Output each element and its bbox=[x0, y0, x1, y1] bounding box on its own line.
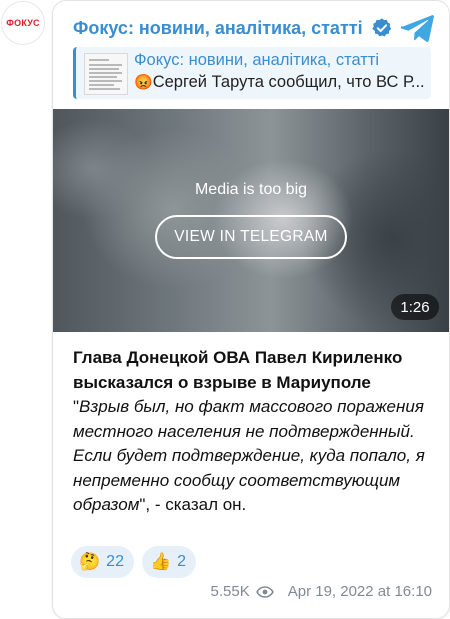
thinking-face-icon: 🤔 bbox=[79, 552, 101, 571]
reaction-thumbs-up[interactable]: 👍 2 bbox=[141, 546, 197, 578]
eye-icon bbox=[255, 585, 274, 598]
message-header: Фокус: новини, аналітика, статті bbox=[73, 13, 435, 43]
message-tail: ", - сказал он. bbox=[139, 495, 247, 514]
telegram-logo-icon[interactable] bbox=[401, 13, 435, 43]
reply-text: 😡Сергей Тарута сообщил, что ВС Р... bbox=[134, 73, 426, 92]
verified-badge-icon bbox=[371, 18, 391, 37]
angry-face-icon: 😡 bbox=[134, 74, 153, 91]
message-date[interactable]: Apr 19, 2022 at 16:10 bbox=[288, 583, 432, 600]
channel-title[interactable]: Фокус: новини, аналітика, статті bbox=[73, 18, 363, 39]
reactions-bar: 🤔 22 👍 2 bbox=[71, 546, 197, 578]
message-text: Глава Донецкой ОВА Павел Кириленко выска… bbox=[73, 346, 435, 518]
media-too-big-message: Media is too big bbox=[194, 181, 308, 198]
video-placeholder[interactable]: Media is too big VIEW IN TELEGRAM 1:26 bbox=[53, 109, 449, 332]
message-headline: Глава Донецкой ОВА Павел Кириленко выска… bbox=[73, 348, 403, 392]
reply-title: Фокус: новини, аналітика, статті bbox=[134, 51, 380, 69]
message-card: Фокус: новини, аналітика, статті Фокус: … bbox=[52, 0, 450, 619]
avatar-text: ФОКУС bbox=[6, 18, 40, 28]
view-count: 5.55K bbox=[210, 583, 250, 600]
reply-thumbnail bbox=[84, 53, 128, 95]
reply-preview[interactable]: Фокус: новини, аналітика, статті 😡Сергей… bbox=[73, 47, 431, 99]
reaction-count: 22 bbox=[106, 553, 124, 570]
channel-avatar[interactable]: ФОКУС bbox=[1, 1, 45, 45]
reaction-thinking[interactable]: 🤔 22 bbox=[71, 546, 134, 578]
view-in-telegram-button[interactable]: VIEW IN TELEGRAM bbox=[155, 215, 347, 259]
video-duration-badge: 1:26 bbox=[391, 294, 439, 320]
thumbs-up-icon: 👍 bbox=[149, 552, 172, 571]
message-quote: Взрыв был, но факт массового поражения м… bbox=[73, 397, 425, 514]
reply-snippet: Сергей Тарута сообщил, что ВС Р... bbox=[152, 73, 425, 91]
message-footer: 5.55K Apr 19, 2022 at 16:10 bbox=[211, 583, 432, 600]
reaction-count: 2 bbox=[177, 553, 187, 570]
